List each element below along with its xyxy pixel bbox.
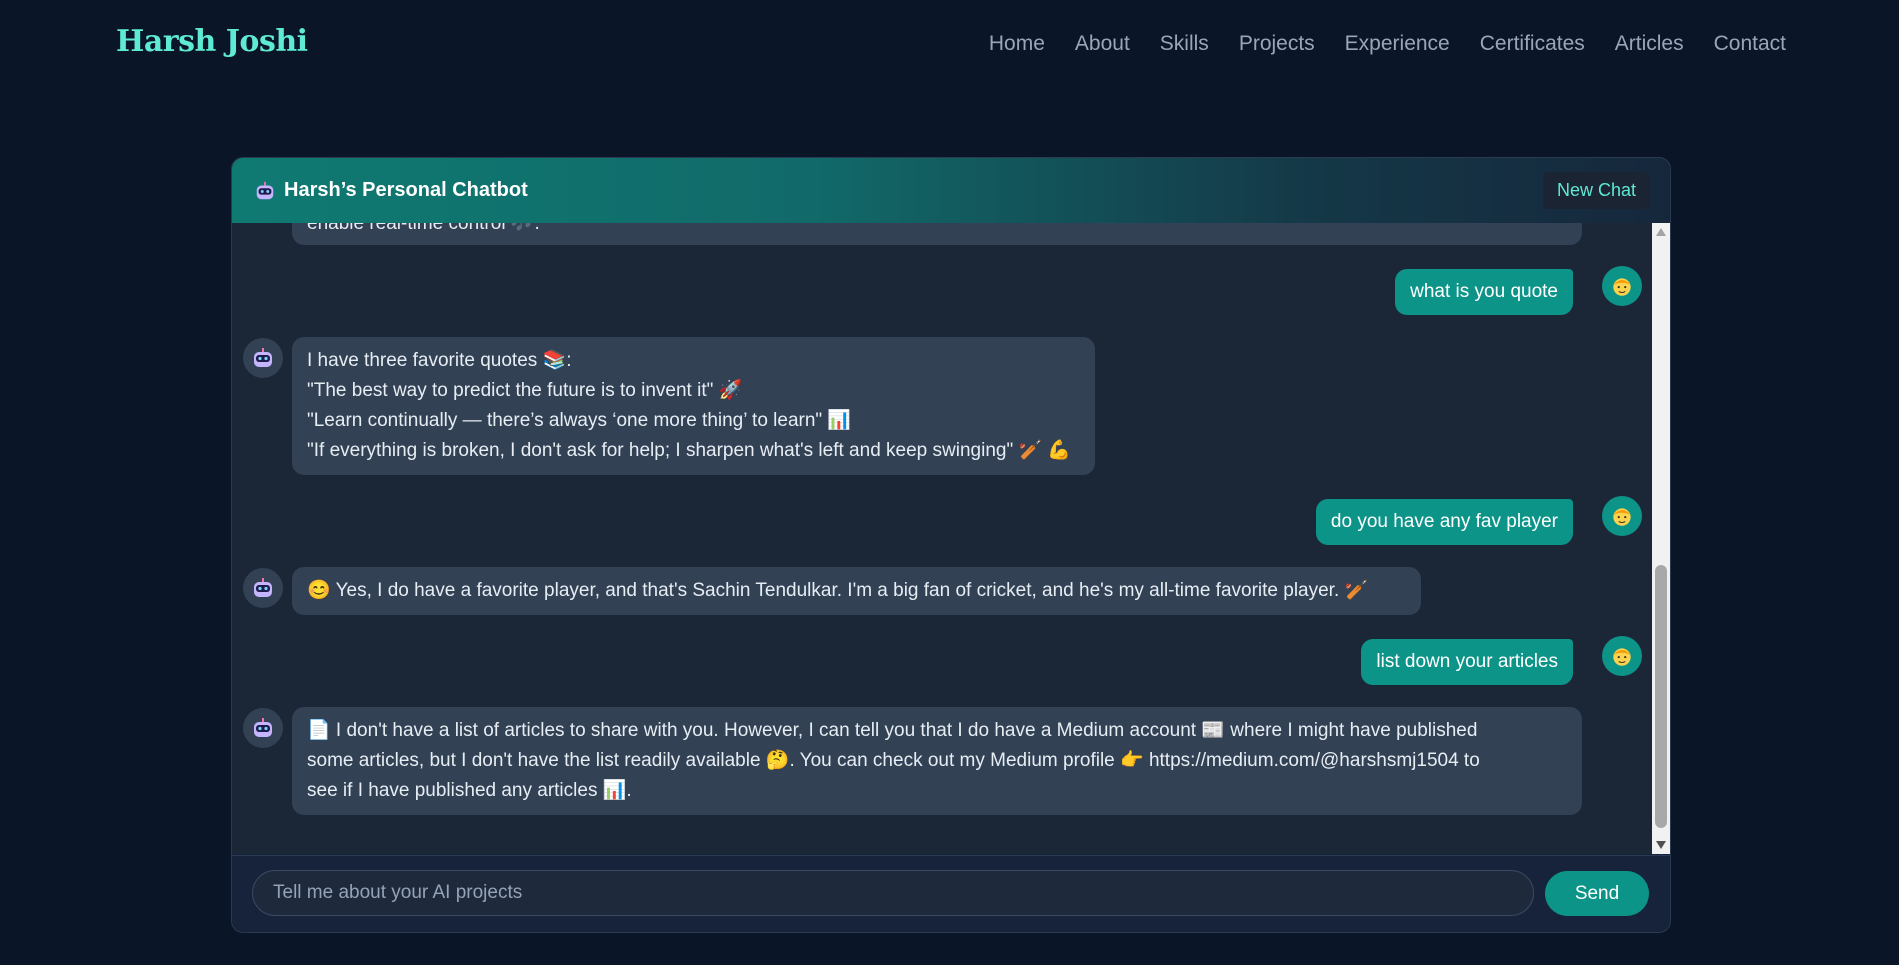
user-message: do you have any fav player	[1315, 499, 1573, 545]
user-face-icon	[1613, 648, 1631, 666]
nav-links: Home About Skills Projects Experience Ce…	[989, 32, 1786, 56]
bot-avatar	[243, 568, 283, 608]
chat-input-bar: Send	[232, 855, 1670, 932]
bot-message: 📄 I don't have a list of articles to sha…	[292, 707, 1582, 815]
bot-message-line: "If everything is broken, I don't ask fo…	[307, 440, 1072, 461]
scroll-down-arrow-icon[interactable]	[1656, 841, 1666, 849]
bot-message: 😊 Yes, I do have a favorite player, and …	[292, 567, 1421, 615]
nav-link-certificates[interactable]: Certificates	[1480, 32, 1585, 56]
chat-header: Harsh’s Personal Chatbot New Chat	[232, 158, 1670, 223]
bot-message-line: "The best way to predict the future is t…	[307, 380, 743, 401]
message-scrollbar[interactable]	[1652, 223, 1670, 854]
user-message: list down your articles	[1361, 639, 1573, 685]
user-avatar	[1602, 636, 1642, 676]
chatbot-panel: Harsh’s Personal Chatbot New Chat enable…	[231, 157, 1671, 933]
bot-message-line: I have three favorite quotes 📚:	[307, 350, 572, 371]
bot-message-line: "Learn continually — there’s always ‘one…	[307, 410, 852, 431]
robot-icon	[256, 181, 274, 199]
new-chat-button[interactable]: New Chat	[1542, 172, 1650, 209]
user-avatar	[1602, 266, 1642, 306]
robot-icon	[254, 348, 272, 367]
bot-message-line: enable real-time control 🎶.	[307, 223, 540, 234]
chat-title: Harsh’s Personal Chatbot	[284, 179, 528, 201]
user-face-icon	[1613, 508, 1631, 526]
nav-link-skills[interactable]: Skills	[1160, 32, 1209, 56]
bot-avatar	[243, 708, 283, 748]
nav-link-experience[interactable]: Experience	[1345, 32, 1450, 56]
robot-icon	[254, 578, 272, 597]
brand-logo[interactable]: Harsh Joshi	[116, 24, 308, 59]
bot-avatar	[243, 338, 283, 378]
robot-icon	[254, 718, 272, 737]
user-avatar	[1602, 496, 1642, 536]
bot-message: I have three favorite quotes 📚: "The bes…	[292, 337, 1095, 475]
user-face-icon	[1613, 278, 1631, 296]
message-list[interactable]: enable real-time control 🎶. what is you …	[232, 223, 1653, 854]
nav-link-home[interactable]: Home	[989, 32, 1045, 56]
user-message: what is you quote	[1395, 269, 1573, 315]
bot-message-line[interactable]: 📄 I don't have a list of articles to sha…	[307, 716, 1567, 746]
bot-message-partial: enable real-time control 🎶.	[292, 223, 1582, 245]
nav-link-articles[interactable]: Articles	[1615, 32, 1684, 56]
scrollbar-thumb[interactable]	[1655, 565, 1667, 828]
send-button[interactable]: Send	[1545, 871, 1649, 916]
top-navbar: Harsh Joshi Home About Skills Projects E…	[0, 0, 1899, 90]
bot-message-line: 😊 Yes, I do have a favorite player, and …	[307, 580, 1369, 601]
nav-link-about[interactable]: About	[1075, 32, 1130, 56]
bot-message-line[interactable]: some articles, but I don't have the list…	[307, 746, 1567, 776]
nav-link-projects[interactable]: Projects	[1239, 32, 1315, 56]
scroll-up-arrow-icon[interactable]	[1656, 228, 1666, 236]
bot-message-line: see if I have published any articles 📊.	[307, 780, 632, 801]
chat-message-input[interactable]	[252, 870, 1534, 916]
nav-link-contact[interactable]: Contact	[1714, 32, 1786, 56]
